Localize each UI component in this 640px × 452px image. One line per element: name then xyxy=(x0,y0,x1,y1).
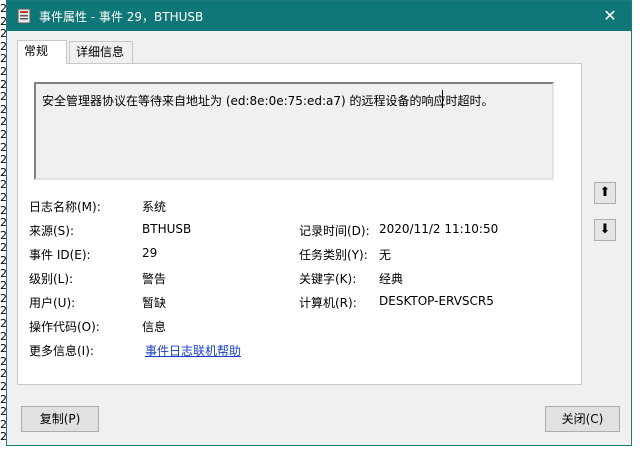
source-value: BTHUSB xyxy=(142,222,192,236)
arrow-up-icon: ⬆ xyxy=(599,185,611,200)
user-value: 暂缺 xyxy=(142,296,167,310)
copy-button[interactable]: 复制(P) xyxy=(21,406,99,432)
close-icon[interactable]: ✕ xyxy=(599,5,621,27)
window-title: 事件属性 - 事件 29，BTHUSB xyxy=(39,10,204,24)
logged-label: 记录时间(D): xyxy=(299,224,370,238)
close-button[interactable]: 关闭(C) xyxy=(545,406,620,432)
task-category-label: 任务类别(Y): xyxy=(299,248,368,262)
tab-details[interactable]: 详细信息 xyxy=(69,41,133,63)
computer-label: 计算机(R): xyxy=(299,296,357,310)
user-label: 用户(U): xyxy=(29,296,76,310)
description-text: 安全管理器协议在等待来自地址为 (ed:8e:0e:75:ed:a7) 的远程设… xyxy=(42,94,494,108)
log-name-label: 日志名称(M): xyxy=(29,200,101,214)
description-box[interactable]: 安全管理器协议在等待来自地址为 (ed:8e:0e:75:ed:a7) 的远程设… xyxy=(34,82,554,180)
keywords-value: 经典 xyxy=(379,272,404,286)
online-help-link[interactable]: 事件日志联机帮助 xyxy=(145,342,241,359)
logged-value: 2020/11/2 11:10:50 xyxy=(379,222,499,236)
title-bar[interactable]: 事件属性 - 事件 29，BTHUSB ✕ xyxy=(7,1,631,31)
previous-event-button[interactable]: ⬆ xyxy=(594,182,616,204)
level-value: 警告 xyxy=(142,272,167,286)
next-event-button[interactable]: ⬇ xyxy=(594,219,616,241)
task-category-value: 无 xyxy=(379,248,392,262)
opcode-label: 操作代码(O): xyxy=(29,320,100,334)
event-id-value: 29 xyxy=(142,246,158,260)
event-id-label: 事件 ID(E): xyxy=(29,248,91,262)
tab-general[interactable]: 常规 xyxy=(17,40,67,64)
source-label: 来源(S): xyxy=(29,224,75,238)
level-label: 级别(L): xyxy=(29,272,74,286)
log-name-value: 系统 xyxy=(142,200,167,214)
more-info-label: 更多信息(I): xyxy=(29,344,94,358)
general-panel: 安全管理器协议在等待来自地址为 (ed:8e:0e:75:ed:a7) 的远程设… xyxy=(17,63,582,385)
computer-value: DESKTOP-ERVSCR5 xyxy=(379,294,494,308)
keywords-label: 关键字(K): xyxy=(299,272,357,286)
opcode-value: 信息 xyxy=(142,320,167,334)
event-viewer-icon xyxy=(17,8,31,24)
arrow-down-icon: ⬇ xyxy=(599,222,611,237)
event-properties-dialog: 事件属性 - 事件 29，BTHUSB ✕ 常规 详细信息 安全管理器协议在等待… xyxy=(6,0,632,446)
text-cursor xyxy=(442,90,443,108)
